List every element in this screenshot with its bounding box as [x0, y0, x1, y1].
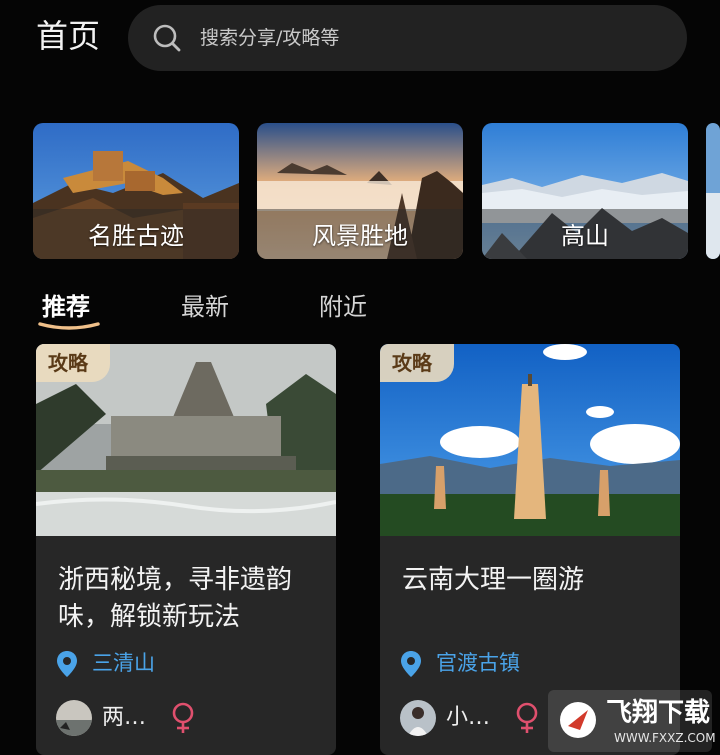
- category-label: 名胜古迹: [88, 222, 184, 250]
- category-card-partial[interactable]: [706, 123, 720, 259]
- avatar[interactable]: [56, 700, 92, 736]
- post-title[interactable]: 云南大理一圈游: [402, 562, 662, 599]
- category-label: 高山: [561, 222, 609, 250]
- tab-active-indicator: [38, 322, 100, 330]
- page-title: 首页: [36, 17, 101, 55]
- category-label: 风景胜地: [312, 222, 408, 250]
- author-name[interactable]: 两…: [102, 702, 146, 734]
- guide-tag-label: 攻略: [392, 351, 432, 375]
- guide-tag-label: 攻略: [48, 351, 88, 375]
- tab-latest[interactable]: 最新: [181, 290, 229, 324]
- search-placeholder[interactable]: 搜索分享/攻略等: [200, 25, 339, 51]
- search-bar[interactable]: 搜索分享/攻略等: [128, 5, 687, 71]
- post-card[interactable]: 攻略 浙西秘境，寻非遗韵味，解锁新玩法 三清山 两…: [36, 344, 336, 755]
- category-card-scenic-spots[interactable]: 风景胜地: [257, 123, 463, 259]
- post-location[interactable]: 三清山: [92, 648, 155, 678]
- location-pin-icon: [57, 651, 77, 677]
- post-location[interactable]: 官渡古镇: [436, 648, 520, 678]
- watermark-logo-icon: [560, 702, 596, 738]
- author-name[interactable]: 小…: [446, 702, 490, 734]
- watermark-site: WWW.FXXZ.COM: [614, 731, 716, 745]
- location-pin-icon: [401, 651, 421, 677]
- header-bar: 首页 搜索分享/攻略等: [0, 0, 720, 80]
- tab-recommended[interactable]: 推荐: [42, 290, 90, 324]
- post-title[interactable]: 浙西秘境，寻非遗韵味，解锁新玩法: [58, 562, 318, 636]
- search-icon: [153, 24, 181, 52]
- category-card-historic-sites[interactable]: 名胜古迹: [33, 123, 239, 259]
- avatar[interactable]: [400, 700, 436, 736]
- guide-tag: 攻略: [380, 344, 454, 382]
- avatar-image: [400, 700, 436, 736]
- category-card-mountains[interactable]: 高山: [482, 123, 688, 259]
- site-watermark: 飞翔下载 WWW.FXXZ.COM: [548, 690, 716, 752]
- female-icon: [172, 702, 194, 733]
- guide-tag: 攻略: [36, 344, 110, 382]
- female-icon: [516, 702, 538, 733]
- avatar-image: [56, 700, 92, 736]
- watermark-title: 飞翔下载: [606, 698, 711, 728]
- partial-category-image: [706, 123, 720, 259]
- tab-nearby[interactable]: 附近: [319, 290, 367, 324]
